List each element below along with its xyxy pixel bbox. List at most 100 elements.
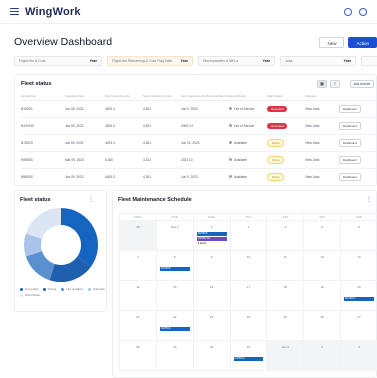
filter-chip[interactable]: Flight Hrs Remaining & Cost Flag Date Yea… (107, 56, 193, 66)
table-row[interactable]: N190YW Jun 09, 2023 4493.3 4,361 0000 0 0 Out… (21, 117, 376, 135)
dashboard-button[interactable]: Dashboard (339, 121, 361, 130)
filter-chip[interactable]: Jobs Year (280, 56, 356, 66)
more-events-link[interactable]: 2 more (197, 242, 227, 246)
calendar-day[interactable]: 6 (340, 220, 377, 251)
column-header[interactable]: Flight Status (267, 92, 305, 101)
more-options-icon[interactable]: ⋮ (88, 196, 94, 203)
dashboard-button[interactable]: Dashboard (339, 155, 361, 164)
filter-chip[interactable]: Flight Hrs & Cost Year (14, 56, 102, 66)
calendar-day[interactable]: 30 (192, 340, 231, 371)
view-jobs-link[interactable]: View Jobs (305, 134, 339, 152)
aircraft-reg[interactable]: N980SS (21, 168, 65, 186)
aircraft-reg[interactable]: N190YW (21, 117, 65, 135)
maintenance-event[interactable]: N178CS (196, 232, 227, 236)
legend-item[interactable]: Not updated (61, 287, 83, 291)
new-button[interactable]: New (319, 37, 345, 48)
column-header[interactable]: Next Due (219, 92, 229, 101)
calendar-day[interactable]: 18 (266, 280, 305, 311)
maintenance-event[interactable]: N178CS (344, 297, 374, 301)
calendar-day[interactable]: 21 (119, 310, 157, 341)
day-number: 13 (357, 255, 361, 259)
donut-slice[interactable] (25, 251, 55, 281)
view-jobs-link[interactable]: View Jobs (305, 100, 339, 118)
dashboard-button[interactable]: Dashboard (339, 172, 361, 181)
calendar-day[interactable]: 2 N178CS N178S Ins 2 more (192, 220, 231, 251)
calendar-day[interactable]: 28 (119, 220, 157, 251)
column-header[interactable] (339, 92, 376, 101)
fleet-status-table-card: Fleet status ▦ ≡ Add Aircraft Aircraft R… (14, 74, 377, 186)
calendar-day[interactable]: 22 N178CS (155, 310, 194, 341)
calendar-day[interactable]: 3 (229, 220, 268, 251)
table-row[interactable]: N1920S Jun 08, 2023 4493.3 4,361 Jun 9, 2023… (21, 100, 376, 118)
calendar-day[interactable]: 2 (303, 340, 342, 371)
legend-item[interactable]: Flying (43, 287, 56, 291)
calendar-day[interactable]: 16 (192, 280, 231, 311)
calendar-day[interactable]: 17 (229, 280, 268, 311)
view-jobs-link[interactable]: View Jobs (305, 151, 339, 169)
calendar-day[interactable]: Dec 1 (155, 220, 194, 251)
calendar-day[interactable]: 11 (266, 250, 305, 281)
filter-chip[interactable]: Discrepancies & MELs Year (198, 56, 275, 66)
table-row[interactable]: N980SS Jun 09, 2023 4493.3 4,361 Jun 9, 2023… (21, 168, 376, 186)
filter-chip[interactable]: Y (361, 56, 377, 66)
aircraft-reg[interactable]: N780CS (21, 134, 65, 152)
calendar-day[interactable]: 15 (155, 280, 194, 311)
calendar-day[interactable]: 29 (155, 340, 194, 371)
column-header[interactable]: Next Inspection Cycles (143, 92, 181, 101)
add-aircraft-button[interactable]: Add Aircraft (349, 80, 374, 88)
table-row[interactable]: N985SS Mar 09, 2023 6,180 3,232 2023 10 Avail… (21, 151, 376, 169)
aircraft-reg[interactable]: N1920S (21, 100, 65, 118)
calendar-day[interactable]: 10 (229, 250, 268, 281)
calendar-day[interactable]: 27 (340, 310, 377, 341)
calendar-day[interactable]: 19 (303, 280, 342, 311)
dashboard-button[interactable]: Dashboard (339, 138, 361, 147)
calendar-day[interactable]: 3 (340, 340, 377, 371)
hrs-remaining: 0000 0 0 (181, 117, 219, 135)
calendar-day[interactable]: 14 (119, 280, 157, 311)
calendar-day[interactable]: 23 (192, 310, 231, 341)
action-button[interactable]: Action (348, 37, 377, 48)
maintenance-event[interactable]: N178CS (233, 357, 264, 361)
schedule-options-icon[interactable]: ⋮ (366, 196, 372, 203)
calendar-day[interactable]: 20 N178CS (340, 280, 377, 311)
column-header[interactable]: Next Inspection Hrs Remaining (181, 92, 219, 101)
maintenance-event[interactable]: N178CS (159, 267, 190, 271)
donut-slice[interactable] (61, 208, 99, 267)
column-header[interactable]: Assigned (305, 92, 339, 101)
grid-view-icon[interactable]: ▦ (317, 80, 327, 88)
column-header[interactable]: Aircraft Reg (21, 92, 65, 101)
column-header[interactable]: Airworthiness (229, 92, 267, 101)
hamburger-menu-icon[interactable] (10, 8, 19, 15)
calendar-day[interactable]: 7 (119, 250, 157, 281)
list-view-icon[interactable]: ≡ (330, 80, 340, 88)
dashboard-button[interactable]: Dashboard (339, 104, 361, 113)
calendar-day[interactable]: 13 (340, 250, 377, 281)
calendar-day[interactable]: 4 (266, 220, 305, 251)
calendar-day[interactable]: 24 (229, 310, 268, 341)
legend-item[interactable]: Grounded (20, 287, 38, 291)
calendar-day[interactable]: 8 N178CS (155, 250, 194, 281)
calendar-day[interactable]: 25 (266, 310, 305, 341)
calendar-day[interactable]: 31 N178CS (229, 340, 268, 371)
user-avatar-icon[interactable] (359, 7, 367, 16)
column-header[interactable]: Next Inspection Hrs (105, 92, 143, 101)
calendar-day[interactable]: 5 (303, 220, 342, 251)
calendar-day[interactable]: 26 (303, 310, 342, 341)
legend-item[interactable]: Unknown (87, 287, 105, 291)
view-jobs-link[interactable]: View Jobs (305, 117, 339, 135)
column-header[interactable]: Inspection Date (65, 92, 105, 101)
calendar-day[interactable]: 12 (303, 250, 342, 281)
maintenance-event[interactable]: N178S Ins (196, 237, 227, 241)
calendar-day[interactable]: Jan 1 (266, 340, 305, 371)
filter-label: Flight Hrs & Cost (19, 59, 46, 63)
view-jobs-link[interactable]: View Jobs (305, 168, 339, 186)
table-row[interactable]: N780CS Jun 09, 2023 4493.3 4,361 Jun 24, 202… (21, 134, 376, 152)
calendar-day[interactable]: 9 (192, 250, 231, 281)
donut-slice[interactable] (25, 208, 61, 239)
status-badge: Grounded (267, 122, 288, 129)
settings-icon[interactable] (344, 7, 352, 16)
calendar-day[interactable]: 28 (119, 340, 157, 371)
maintenance-event[interactable]: N178CS (159, 327, 190, 331)
aircraft-reg[interactable]: N985SS (21, 151, 65, 169)
legend-item[interactable]: AOG Mode (20, 293, 40, 297)
